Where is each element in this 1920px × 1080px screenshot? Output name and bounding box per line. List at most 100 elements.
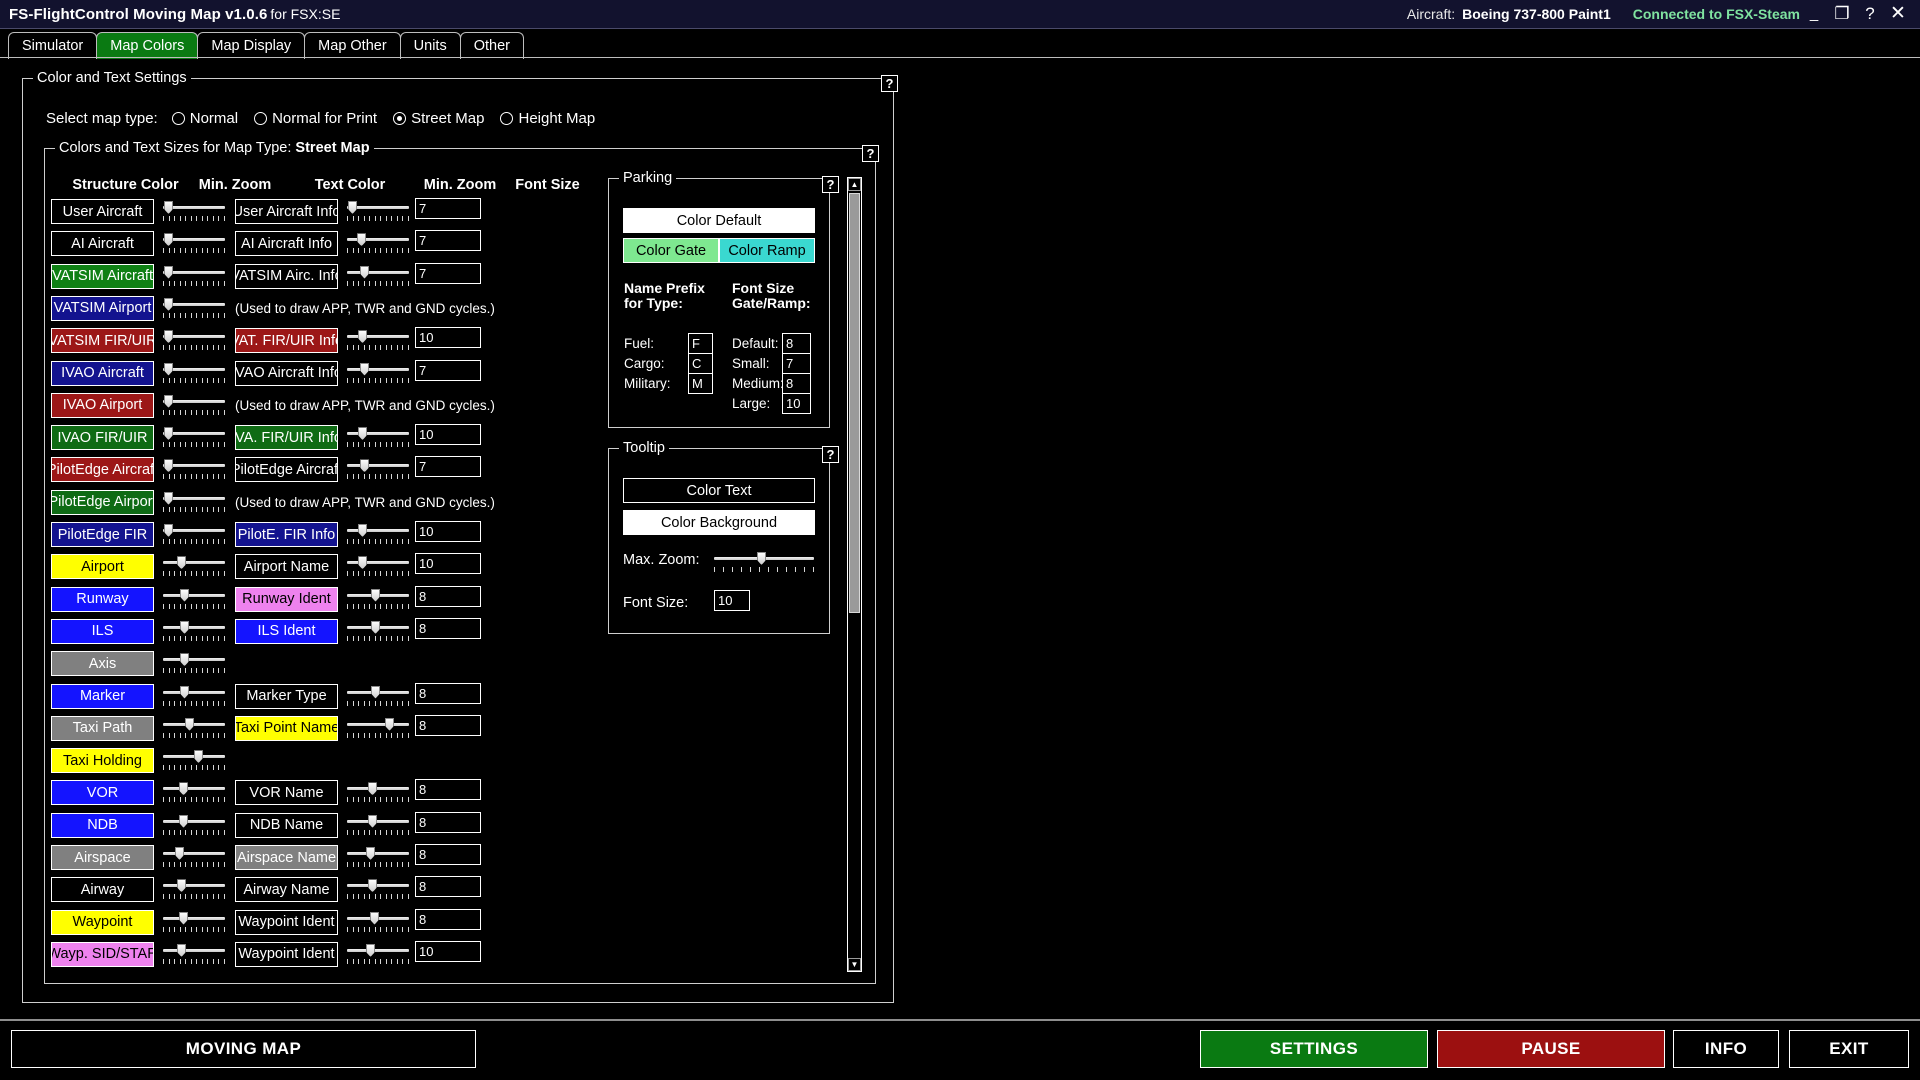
structure-min-zoom-slider-airport[interactable]	[163, 554, 225, 579]
structure-min-zoom-slider-ils[interactable]	[163, 619, 225, 644]
tab-simulator[interactable]: Simulator	[8, 32, 98, 59]
font-size-input-ils-ident[interactable]: 8	[415, 617, 481, 639]
text-color-taxi-point-name[interactable]: Taxi Point Name	[235, 715, 338, 741]
text-color-airport-name[interactable]: Airport Name	[235, 554, 338, 580]
text-min-zoom-slider-airport-name[interactable]	[347, 554, 409, 579]
pause-button[interactable]: PAUSE	[1437, 1030, 1665, 1068]
tab-map-other[interactable]: Map Other	[304, 32, 401, 59]
scroll-down-arrow-icon[interactable]: ▼	[848, 958, 861, 971]
text-color-pilote-fir-info[interactable]: PilotE. FIR Info	[235, 522, 338, 547]
text-min-zoom-slider-marker-type[interactable]	[347, 684, 409, 709]
structure-color-airport[interactable]: Airport	[51, 554, 154, 580]
slider-thumb[interactable]	[164, 201, 173, 214]
slider-thumb[interactable]	[358, 427, 367, 441]
slider-thumb[interactable]	[179, 782, 188, 796]
parking-prefix-input-fuel[interactable]: F	[688, 333, 713, 354]
slider-thumb[interactable]	[348, 201, 357, 214]
text-min-zoom-slider-ndb-name[interactable]	[347, 813, 409, 838]
structure-min-zoom-slider-user-aircraft[interactable]	[163, 199, 225, 224]
slider-thumb[interactable]	[371, 620, 380, 634]
tooltip-help-button[interactable]: ?	[822, 446, 839, 463]
parking-color-ramp-button[interactable]: Color Ramp	[719, 238, 815, 263]
slider-thumb[interactable]	[179, 911, 188, 925]
slider-thumb[interactable]	[371, 685, 380, 699]
slider-thumb[interactable]	[164, 459, 173, 473]
structure-color-vatsim-airport[interactable]: VATSIM Airport	[51, 295, 154, 321]
exit-button[interactable]: EXIT	[1789, 1030, 1909, 1068]
moving-map-button[interactable]: MOVING MAP	[11, 1030, 476, 1068]
text-color-pilotedge-aircraft[interactable]: PilotEdge Aircraft	[235, 457, 338, 483]
font-size-input-vor-name[interactable]: 8	[415, 779, 481, 801]
slider-thumb[interactable]	[180, 685, 189, 699]
scrollbar-thumb[interactable]	[849, 193, 860, 613]
font-size-input-pilotedge-aircraft[interactable]: 7	[415, 456, 481, 478]
structure-min-zoom-slider-pilotedge-aircraft[interactable]	[163, 457, 225, 482]
structure-color-vatsim-aircraft[interactable]: VATSIM Aircraft	[51, 263, 154, 289]
structure-color-wayp-sid-star[interactable]: Wayp. SID/STAR	[51, 941, 154, 967]
text-min-zoom-slider-ivao-aircraft-info[interactable]	[347, 361, 409, 386]
structure-min-zoom-slider-axis[interactable]	[163, 651, 225, 676]
slider-thumb[interactable]	[360, 362, 369, 376]
scroll-up-arrow-icon[interactable]: ▲	[848, 178, 861, 191]
structure-color-ai-aircraft[interactable]: AI Aircraft	[51, 231, 154, 257]
font-size-input-runway-ident[interactable]: 8	[415, 585, 481, 607]
structure-min-zoom-slider-airway[interactable]	[163, 877, 225, 902]
structure-color-marker[interactable]: Marker	[51, 683, 154, 709]
slider-thumb[interactable]	[164, 265, 173, 279]
structure-min-zoom-slider-vatsim-aircraft[interactable]	[163, 264, 225, 289]
font-size-input-iva-fir-uir-info[interactable]: 10	[415, 424, 481, 446]
slider-thumb[interactable]	[164, 427, 173, 441]
structure-color-ndb[interactable]: NDB	[51, 812, 154, 838]
slider-thumb[interactable]	[357, 233, 366, 247]
tab-other[interactable]: Other	[459, 32, 524, 59]
structure-min-zoom-slider-ivao-fir-uir[interactable]	[163, 425, 225, 450]
slider-thumb[interactable]	[175, 847, 184, 860]
font-size-input-ndb-name[interactable]: 8	[415, 811, 481, 833]
parking-prefix-input-military[interactable]: M	[688, 373, 713, 394]
parking-color-gate-button[interactable]: Color Gate	[623, 238, 719, 263]
structure-min-zoom-slider-ai-aircraft[interactable]	[163, 231, 225, 256]
text-min-zoom-slider-vor-name[interactable]	[347, 780, 409, 805]
structure-min-zoom-slider-pilotedge-airport[interactable]	[163, 490, 225, 515]
text-color-user-aircraft-info[interactable]: User Aircraft Info	[235, 199, 338, 224]
font-size-input-airspace-name[interactable]: 8	[415, 844, 481, 865]
structure-min-zoom-slider-vatsim-fir-uir[interactable]	[163, 328, 225, 353]
structure-min-zoom-slider-ivao-airport[interactable]	[163, 393, 225, 418]
structure-min-zoom-slider-taxi-holding[interactable]	[163, 748, 225, 773]
map-type-radio-normal-for-print[interactable]: Normal for Print	[254, 110, 377, 127]
tab-map-colors[interactable]: Map Colors	[96, 32, 199, 59]
tooltip-max-zoom-slider[interactable]	[714, 550, 814, 575]
map-type-radio-height-map[interactable]: Height Map	[500, 110, 595, 127]
text-color-iva-fir-uir-info[interactable]: IVA. FIR/UIR Info	[235, 425, 338, 451]
slider-thumb[interactable]	[164, 330, 173, 344]
text-color-ndb-name[interactable]: NDB Name	[235, 812, 338, 838]
text-min-zoom-slider-ils-ident[interactable]	[347, 619, 409, 644]
minimize-icon[interactable]: _	[1800, 4, 1828, 24]
structure-color-waypoint[interactable]: Waypoint	[51, 909, 154, 935]
text-min-zoom-slider-waypoint-ident[interactable]	[347, 910, 409, 935]
parking-color-default-button[interactable]: Color Default	[623, 208, 815, 233]
slider-thumb[interactable]	[180, 653, 189, 667]
slider-thumb[interactable]	[368, 782, 377, 796]
font-size-input-marker-type[interactable]: 8	[415, 682, 481, 704]
structure-min-zoom-slider-vor[interactable]	[163, 780, 225, 805]
slider-thumb[interactable]	[164, 362, 173, 376]
structure-color-vor[interactable]: VOR	[51, 780, 154, 806]
structure-min-zoom-slider-airspace[interactable]	[163, 845, 225, 870]
slider-thumb[interactable]	[164, 524, 173, 537]
structure-min-zoom-slider-waypoint[interactable]	[163, 910, 225, 935]
structure-min-zoom-slider-marker[interactable]	[163, 684, 225, 709]
text-color-vatsim-airc-info[interactable]: VATSIM Airc. Info	[235, 263, 338, 289]
parking-help-button[interactable]: ?	[822, 176, 839, 193]
help-icon[interactable]: ?	[1856, 4, 1884, 24]
map-type-radio-normal[interactable]: Normal	[171, 110, 238, 127]
text-min-zoom-slider-airspace-name[interactable]	[347, 845, 409, 870]
font-size-input-taxi-point-name[interactable]: 8	[415, 714, 481, 736]
inner-group-help-button[interactable]: ?	[862, 145, 879, 162]
structure-min-zoom-slider-taxi-path[interactable]	[163, 716, 225, 741]
slider-thumb[interactable]	[164, 233, 173, 247]
structure-color-pilotedge-airport[interactable]: PilotEdge Airport	[51, 489, 154, 515]
text-color-ils-ident[interactable]: ILS Ident	[235, 618, 338, 644]
tooltip-font-size-input[interactable]: 10	[714, 590, 750, 611]
font-size-input-vat-fir-uir-info[interactable]: 10	[415, 327, 481, 349]
